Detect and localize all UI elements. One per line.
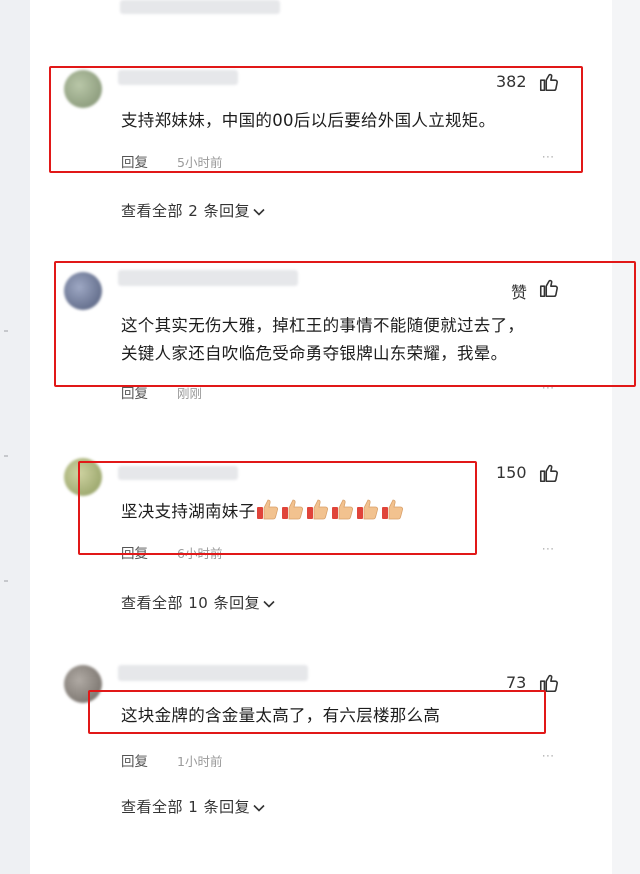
highlight-box xyxy=(78,461,477,555)
thumbs-up-icon[interactable] xyxy=(538,462,560,484)
reply-button[interactable]: 回复 xyxy=(121,750,148,770)
like-count: 150 xyxy=(496,463,527,482)
view-all-replies-label: 查看全部 2 条回复 xyxy=(121,202,251,220)
username-blurred[interactable] xyxy=(118,665,308,681)
highlight-box xyxy=(49,66,583,173)
chevron-down-icon xyxy=(253,208,265,216)
view-all-replies-link[interactable]: 查看全部 10 条回复 xyxy=(121,592,275,613)
highlight-box xyxy=(88,690,546,734)
chevron-down-icon xyxy=(263,600,275,608)
more-dots-icon[interactable]: ⋯ xyxy=(538,542,558,557)
view-all-replies-label: 查看全部 10 条回复 xyxy=(121,594,261,612)
view-all-replies-link[interactable]: 查看全部 1 条回复 xyxy=(121,796,265,817)
comment-time: 1小时前 xyxy=(177,754,223,769)
chevron-down-icon xyxy=(253,804,265,812)
highlight-box xyxy=(54,261,636,387)
blurred-content xyxy=(120,0,280,14)
page-edge-mark xyxy=(4,580,8,582)
scroll-track xyxy=(612,0,640,874)
view-all-replies-link[interactable]: 查看全部 2 条回复 xyxy=(121,200,265,221)
page-edge-mark xyxy=(4,455,8,457)
page-edge-mark xyxy=(4,330,8,332)
view-all-replies-label: 查看全部 1 条回复 xyxy=(121,798,251,816)
more-dots-icon[interactable]: ⋯ xyxy=(538,749,558,764)
